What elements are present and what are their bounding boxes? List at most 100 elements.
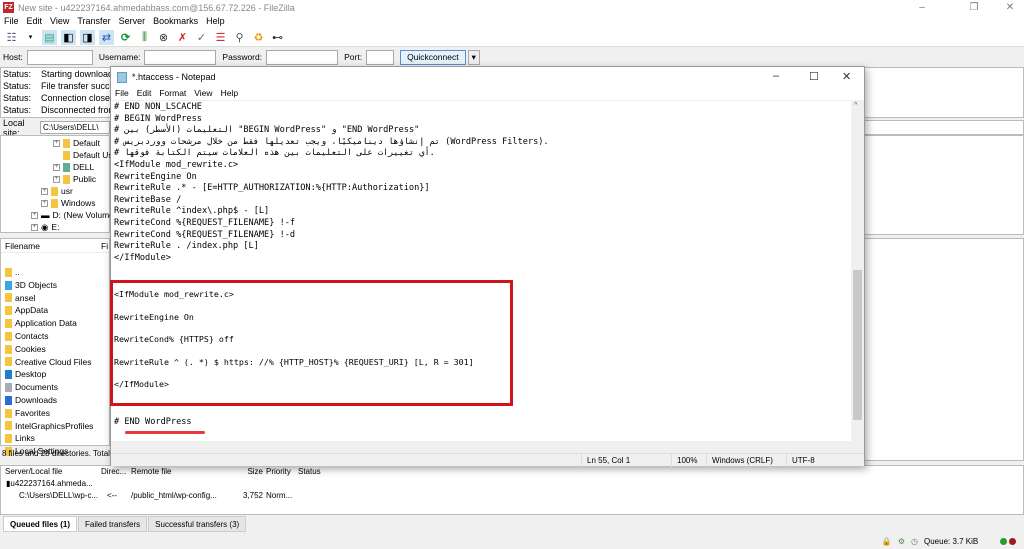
menu-transfer[interactable]: Transfer — [77, 15, 110, 28]
queue-header-status[interactable]: Status — [298, 466, 358, 478]
menu-help[interactable]: Help — [206, 15, 225, 28]
cancel-icon[interactable]: ⊗ — [156, 30, 171, 45]
queue-file-row[interactable]: C:\Users\DELL\wp-c... <-- /public_html/w… — [1, 490, 1023, 502]
activity-download-icon — [1009, 537, 1016, 545]
file-row[interactable]: Links — [1, 432, 109, 445]
filezilla-logo-icon: FZ — [3, 2, 14, 13]
file-row[interactable]: Documents — [1, 381, 109, 394]
queue-header-local[interactable]: Server/Local file — [1, 466, 101, 478]
menu-file[interactable]: File — [4, 15, 19, 28]
drive-icon: ▬ — [41, 210, 50, 220]
menu-bookmarks[interactable]: Bookmarks — [153, 15, 198, 28]
highlight-underline — [125, 431, 205, 434]
toggle-remote-tree-icon[interactable]: ◨ — [80, 29, 95, 45]
file-row[interactable]: Cookies — [1, 343, 109, 356]
toggle-local-tree-icon[interactable]: ◧ — [61, 29, 76, 45]
username-input[interactable] — [144, 49, 217, 65]
site-manager-icon[interactable]: ☷ — [4, 30, 19, 45]
port-input[interactable] — [366, 49, 395, 65]
activity-upload-icon — [1000, 537, 1007, 545]
reconnect-icon[interactable]: ✓ — [194, 30, 209, 45]
notepad-maximize-icon[interactable]: ☐ — [809, 70, 819, 83]
file-row[interactable]: Downloads — [1, 394, 109, 407]
notepad-menu-format[interactable]: Format — [159, 87, 186, 100]
notepad-window: *.htaccess - Notepad – ☐ ✕ File Edit For… — [110, 66, 865, 467]
file-row[interactable]: Application Data — [1, 317, 109, 330]
menu-edit[interactable]: Edit — [27, 15, 43, 28]
notepad-close-icon[interactable]: ✕ — [842, 70, 851, 83]
cursor-position: Ln 55, Col 1 — [581, 454, 671, 467]
notepad-menu-edit[interactable]: Edit — [137, 87, 152, 100]
tree-item[interactable]: + Default — [53, 137, 100, 149]
scrollbar-thumb[interactable] — [853, 270, 862, 420]
notepad-vertical-scrollbar[interactable]: ^ — [851, 100, 864, 441]
local-file-list: Filename Fi .. 3D Objects ansel AppData A… — [0, 238, 110, 456]
filter-icon[interactable]: ☰ — [213, 30, 228, 45]
notepad-minimize-icon[interactable]: – — [773, 70, 779, 82]
notepad-menu-view[interactable]: View — [194, 87, 212, 100]
scroll-up-icon[interactable]: ^ — [854, 102, 857, 109]
tree-item[interactable]: + ◉ E: — [31, 221, 59, 233]
quickconnect-button[interactable]: Quickconnect — [400, 49, 466, 65]
file-row[interactable]: Creative Cloud Files — [1, 356, 109, 369]
queue-header-remote[interactable]: Remote file — [131, 466, 226, 478]
file-row[interactable]: Desktop — [1, 368, 109, 381]
disconnect-icon[interactable]: ✗ — [175, 30, 190, 45]
tree-item[interactable]: + Public — [53, 173, 96, 185]
tab-queued-files[interactable]: Queued files (1) — [3, 516, 78, 532]
tree-item[interactable]: + Windows — [41, 197, 95, 209]
file-row[interactable]: Favorites — [1, 407, 109, 420]
notepad-menu-file[interactable]: File — [115, 87, 129, 100]
code-line: # BEGIN WordPress — [114, 113, 202, 124]
remote-site-input[interactable] — [864, 120, 1024, 135]
tab-failed-transfers[interactable]: Failed transfers — [78, 516, 148, 532]
code-line: RewriteCond %{REQUEST_FILENAME} !-d — [114, 229, 296, 240]
file-row[interactable]: IntelGraphicsProfiles — [1, 420, 109, 433]
log-message: Disconnected from — [41, 105, 117, 115]
minimize-icon[interactable]: – — [908, 0, 936, 15]
quickconnect-dropdown-icon[interactable]: ▾ — [467, 49, 480, 65]
notepad-horizontal-scrollbar[interactable] — [111, 441, 864, 453]
compare-icon[interactable]: ⚲ — [232, 30, 247, 45]
sync-browse-icon[interactable]: ♻ — [251, 30, 266, 45]
password-input[interactable] — [266, 49, 339, 65]
port-label: Port: — [344, 52, 363, 62]
file-row[interactable]: ansel — [1, 292, 109, 305]
file-row[interactable]: .. — [1, 266, 109, 279]
queue-header-priority[interactable]: Priority — [266, 466, 298, 478]
filename-column-header[interactable]: Filename Fi — [1, 239, 109, 253]
local-site-input[interactable] — [40, 121, 110, 134]
code-line: # تم إنشاؤها ديناميكيًا، ويجب تعديلها فق… — [114, 136, 549, 147]
tab-successful-transfers[interactable]: Successful transfers (3) — [148, 516, 247, 532]
queue-header-size[interactable]: Size — [226, 466, 266, 478]
search-icon[interactable]: ⊷ — [270, 30, 285, 45]
restore-icon[interactable]: ❐ — [960, 0, 988, 15]
file-row[interactable]: Contacts — [1, 330, 109, 343]
menu-view[interactable]: View — [50, 15, 69, 28]
tree-item[interactable]: + usr — [41, 185, 73, 197]
process-queue-icon[interactable]: ⫼ — [137, 30, 152, 45]
notepad-menu-help[interactable]: Help — [221, 87, 238, 100]
tree-item[interactable]: + ▬ D: (New Volume) — [31, 209, 117, 221]
menu-bar: File Edit View Transfer Server Bookmarks… — [0, 15, 1024, 28]
window-title: New site - u422237164.ahmedabbass.com@15… — [18, 2, 295, 13]
host-input[interactable] — [26, 49, 93, 65]
toggle-queue-icon[interactable]: ⇄ — [99, 29, 114, 45]
queue-header-direction[interactable]: Direc... — [101, 466, 131, 478]
queue-tabs: Queued files (1) Failed transfers Succes… — [0, 516, 247, 532]
close-icon[interactable]: ✕ — [996, 0, 1024, 15]
menu-server[interactable]: Server — [119, 15, 146, 28]
file-row[interactable]: AppData — [1, 304, 109, 317]
notepad-title: *.htaccess - Notepad — [132, 72, 216, 82]
tree-item[interactable]: + DELL — [53, 161, 94, 173]
toggle-log-icon[interactable]: ▤ — [42, 29, 57, 45]
site-manager-dropdown-icon[interactable]: ▾ — [23, 30, 38, 45]
log-type: Status: — [3, 81, 32, 91]
queue-server-row[interactable]: ▮ u422237164.ahmeda... — [1, 478, 1023, 490]
remote-log-area — [864, 67, 1024, 118]
password-label: Password: — [222, 52, 263, 62]
drive-icon: ◉ — [41, 222, 49, 232]
file-row[interactable]: 3D Objects — [1, 279, 109, 292]
quickconnect-bar: Host: Username: Password: Port: Quickcon… — [0, 47, 1024, 67]
refresh-icon[interactable]: ⟳ — [118, 30, 133, 45]
